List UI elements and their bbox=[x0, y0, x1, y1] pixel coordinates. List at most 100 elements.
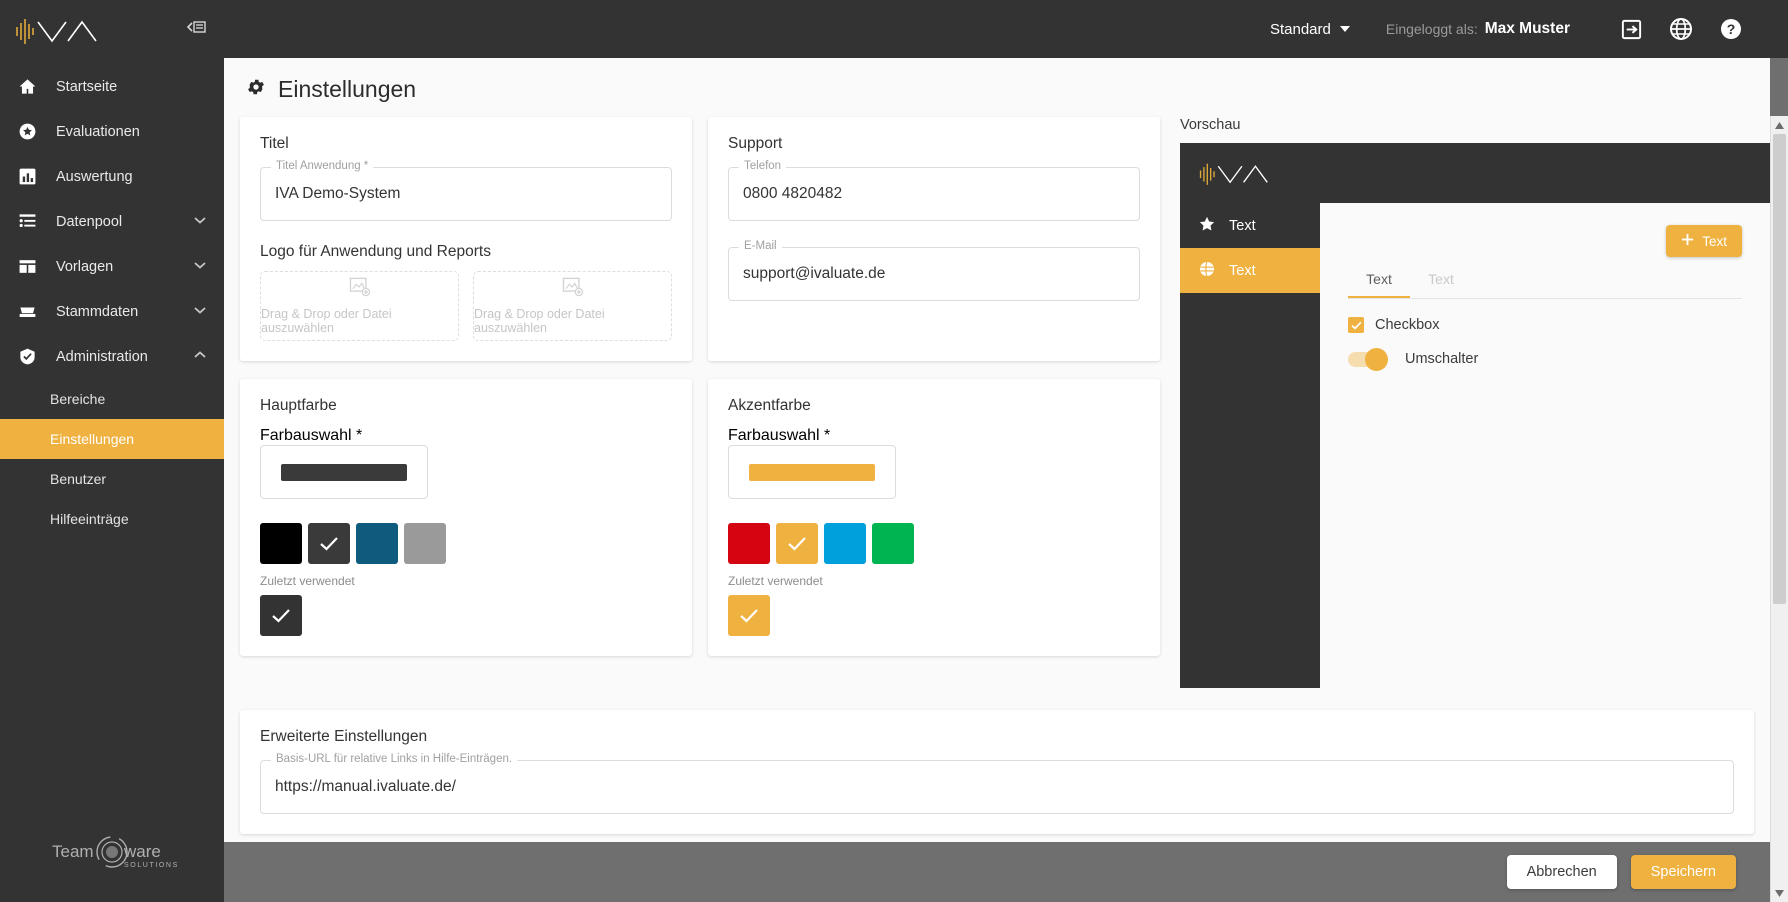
cancel-button[interactable]: Abbrechen bbox=[1506, 855, 1617, 889]
akzentfarbe-current-swatch[interactable] bbox=[749, 463, 875, 481]
hauptfarbe-swatch-2[interactable] bbox=[356, 523, 398, 564]
support-heading: Support bbox=[728, 135, 783, 152]
sidebar-item-evaluationen[interactable]: Evaluationen bbox=[0, 109, 224, 154]
logo-dropzones: Drag & Drop oder Datei auszuwählen Drag … bbox=[260, 271, 672, 341]
shield-check-icon bbox=[18, 347, 44, 366]
cards-row-1: Titel Titel Anwendung * IVA Demo-System … bbox=[240, 117, 1160, 361]
save-button[interactable]: Speichern bbox=[1630, 855, 1736, 889]
vorschau-add-button[interactable]: Text bbox=[1666, 225, 1742, 257]
logo-dropzone-reports[interactable]: Drag & Drop oder Datei auszuwählen bbox=[473, 271, 672, 341]
akzentfarbe-picker[interactable]: Farbauswahl * bbox=[728, 427, 896, 499]
scroll-up-arrow[interactable] bbox=[1771, 116, 1788, 134]
chevron-up-icon bbox=[194, 351, 206, 362]
vorschau-toggle-row: Umschalter bbox=[1348, 347, 1479, 371]
hauptfarbe-swatch-3[interactable] bbox=[404, 523, 446, 564]
erweiterte-heading: Erweiterte Einstellungen bbox=[260, 728, 428, 745]
sidebar-item-auswertung[interactable]: Auswertung bbox=[0, 154, 224, 199]
vorschau-tab-2[interactable]: Text bbox=[1410, 265, 1472, 298]
akzentfarbe-swatch-2[interactable] bbox=[824, 523, 866, 564]
akzentfarbe-recent-swatches bbox=[728, 595, 1140, 636]
image-add-icon bbox=[562, 277, 584, 302]
svg-text:Team: Team bbox=[52, 842, 94, 861]
sidebar-subitem-label: Benutzer bbox=[50, 471, 107, 487]
svg-text:ware: ware bbox=[123, 842, 161, 861]
akzentfarbe-swatch-1[interactable] bbox=[776, 523, 818, 564]
settings-page: Einstellungen Titel Titel Anwendung * IV… bbox=[224, 58, 1770, 842]
scroll-down-arrow[interactable] bbox=[1771, 884, 1788, 902]
collapse-sidebar-icon[interactable] bbox=[186, 19, 206, 40]
hauptfarbe-swatch-1[interactable] bbox=[308, 523, 350, 564]
tray-icon bbox=[18, 302, 44, 321]
akzentfarbe-card: Akzentfarbe Farbauswahl * Zuletzt verwen… bbox=[708, 379, 1160, 656]
hauptfarbe-heading: Hauptfarbe bbox=[260, 397, 337, 414]
vorschau-toggle[interactable] bbox=[1348, 347, 1388, 371]
hauptfarbe-recent-swatch-0[interactable] bbox=[260, 595, 302, 636]
sidebar-item-stammdaten[interactable]: Stammdaten bbox=[0, 289, 224, 334]
telefon-label: Telefon bbox=[739, 159, 787, 173]
template-icon bbox=[18, 257, 44, 276]
telefon-field[interactable]: Telefon 0800 4820482 bbox=[728, 159, 1140, 221]
scope-select[interactable]: Standard bbox=[1270, 21, 1350, 38]
vorschau-nav-item-1[interactable]: Text bbox=[1180, 203, 1320, 248]
logged-in-label: Eingeloggt als: bbox=[1385, 21, 1478, 37]
vorschau-tab-1[interactable]: Text bbox=[1348, 265, 1410, 298]
logo-dropzone-app[interactable]: Drag & Drop oder Datei auszuwählen bbox=[260, 271, 459, 341]
iva-logo[interactable] bbox=[14, 12, 104, 46]
basis-url-field[interactable]: Basis-URL für relative Links in Hilfe-Ei… bbox=[260, 752, 1734, 814]
page-title-text: Einstellungen bbox=[278, 76, 417, 102]
settings-left-column: Titel Titel Anwendung * IVA Demo-System … bbox=[240, 117, 1160, 688]
help-icon[interactable]: ? bbox=[1714, 12, 1748, 46]
star-circle-icon bbox=[18, 122, 44, 141]
titel-anwendung-field[interactable]: Titel Anwendung * IVA Demo-System bbox=[260, 159, 672, 221]
vorschau-tabs: Text Text bbox=[1348, 265, 1742, 299]
scrollbar-thumb[interactable] bbox=[1773, 134, 1786, 604]
sidebar-item-administration[interactable]: Administration bbox=[0, 334, 224, 379]
hauptfarbe-picker[interactable]: Farbauswahl * bbox=[260, 427, 428, 499]
settings-columns: Titel Titel Anwendung * IVA Demo-System … bbox=[224, 117, 1770, 688]
akzentfarbe-recent-swatch-0[interactable] bbox=[728, 595, 770, 636]
chevron-down-icon bbox=[194, 261, 206, 272]
sidebar-item-vorlagen[interactable]: Vorlagen bbox=[0, 244, 224, 289]
sidebar-nav: Startseite Evaluationen Auswertung Daten… bbox=[0, 64, 224, 539]
main-region: Standard Eingeloggt als: Max Muster ? Ei… bbox=[224, 0, 1788, 902]
akzentfarbe-swatch-3[interactable] bbox=[872, 523, 914, 564]
sidebar-item-hilfeeintraege[interactable]: Hilfeeinträge bbox=[0, 499, 224, 539]
hauptfarbe-current-swatch[interactable] bbox=[281, 463, 407, 481]
sidebar-item-label: Evaluationen bbox=[56, 123, 140, 140]
vorschau-column: Vorschau Text Text Text Text Text Checkb… bbox=[1160, 117, 1770, 688]
akzentfarbe-picker-label: Farbauswahl * bbox=[728, 427, 831, 444]
akzentfarbe-swatches bbox=[728, 523, 1140, 564]
sidebar-item-label: Datenpool bbox=[56, 213, 123, 230]
vorschau-nav-item-2[interactable]: Text bbox=[1180, 248, 1320, 293]
akzentfarbe-swatch-0[interactable] bbox=[728, 523, 770, 564]
sidebar-item-label: Vorlagen bbox=[56, 258, 114, 275]
vorschau-nav-label: Text bbox=[1229, 217, 1256, 234]
vorschau-add-button-label: Text bbox=[1702, 233, 1727, 249]
logo-dropzone-label: Drag & Drop oder Datei auszuwählen bbox=[261, 307, 392, 335]
vorschau-checkbox[interactable] bbox=[1348, 317, 1364, 333]
titel-anwendung-label: Titel Anwendung * bbox=[271, 159, 374, 173]
logout-icon[interactable] bbox=[1614, 12, 1648, 46]
email-field[interactable]: E-Mail support@ivaluate.de bbox=[728, 239, 1140, 301]
vorschau-nav-label: Text bbox=[1229, 262, 1256, 279]
sidebar-item-einstellungen[interactable]: Einstellungen bbox=[0, 419, 224, 459]
vorschau-tab-label: Text bbox=[1428, 271, 1454, 287]
vorschau-panel: Text Text Text Text Text Checkbox Umscha… bbox=[1180, 143, 1770, 688]
globe-icon[interactable] bbox=[1664, 12, 1698, 46]
user-name: Max Muster bbox=[1484, 20, 1570, 37]
sidebar-subitem-label: Hilfeeinträge bbox=[50, 511, 129, 527]
vorschau-checkbox-row: Checkbox bbox=[1348, 317, 1439, 333]
hauptfarbe-card: Hauptfarbe Farbauswahl * Zuletzt verwend… bbox=[240, 379, 692, 656]
vertical-scrollbar[interactable] bbox=[1770, 116, 1788, 902]
sidebar-item-datenpool[interactable]: Datenpool bbox=[0, 199, 224, 244]
check-icon bbox=[788, 537, 806, 551]
sidebar-item-bereiche[interactable]: Bereiche bbox=[0, 379, 224, 419]
sidebar-item-label: Startseite bbox=[56, 78, 118, 95]
hauptfarbe-swatch-0[interactable] bbox=[260, 523, 302, 564]
vorschau-toggle-label: Umschalter bbox=[1405, 351, 1479, 367]
sidebar-item-startseite[interactable]: Startseite bbox=[0, 64, 224, 109]
bar-chart-icon bbox=[18, 167, 44, 186]
sidebar-item-benutzer[interactable]: Benutzer bbox=[0, 459, 224, 499]
email-value: support@ivaluate.de bbox=[743, 265, 886, 282]
vorschau-label: Vorschau bbox=[1180, 117, 1241, 133]
